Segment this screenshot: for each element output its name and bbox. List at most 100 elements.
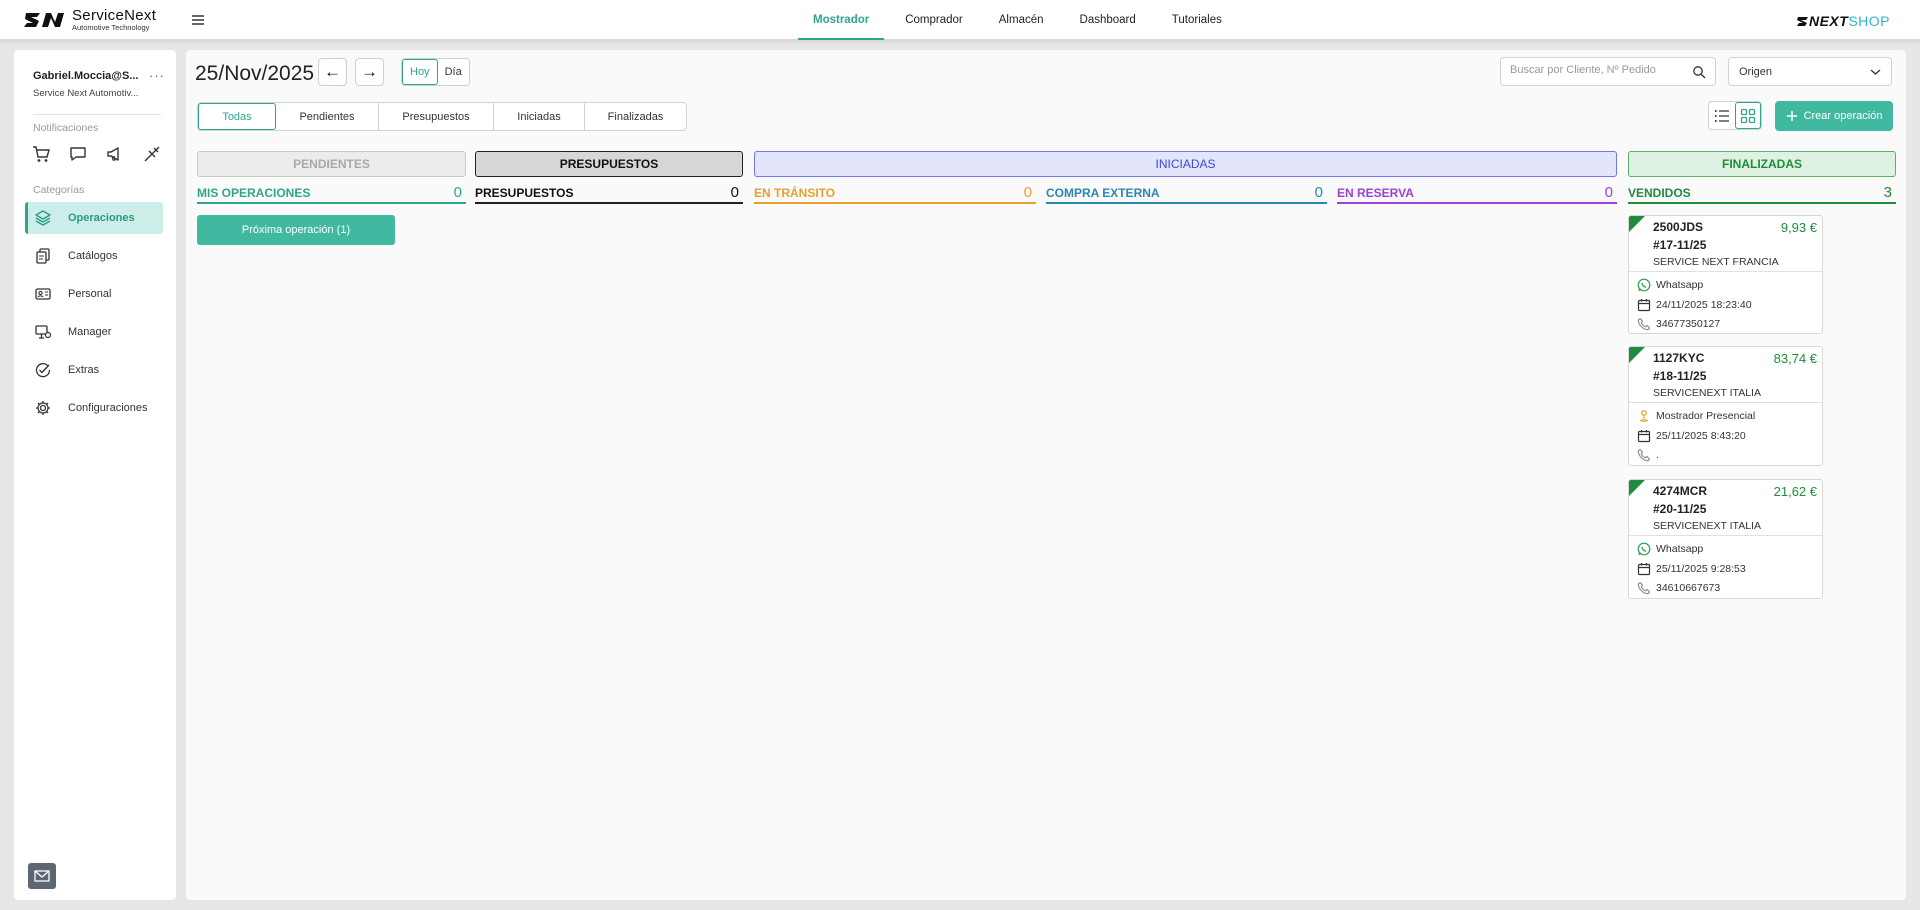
group-finalizadas[interactable]: FINALIZADAS (1628, 151, 1896, 177)
today-button[interactable]: Hoy (402, 59, 438, 85)
sidebar-item-manager[interactable]: Manager (25, 316, 163, 348)
menu-toggle-icon[interactable] (190, 12, 206, 28)
tab-iniciadas[interactable]: Iniciadas (494, 103, 585, 130)
origin-select[interactable]: Origen (1728, 57, 1892, 86)
column-label: MIS OPERACIONES (197, 186, 311, 200)
whatsapp-icon (1637, 278, 1651, 292)
card-plate: 4274MCR (1653, 484, 1708, 498)
nextshop-logo[interactable]: NEXT SHOP (1796, 13, 1890, 29)
search-box (1500, 57, 1716, 86)
mail-icon (34, 870, 50, 882)
next-operation-button[interactable]: Próxima operación (1) (197, 215, 395, 245)
origin-select-value: Origen (1739, 65, 1773, 78)
status-tabs: Todas Pendientes Presupuestos Iniciadas … (197, 102, 687, 131)
nextshop-s-icon (1796, 17, 1808, 26)
card-divider (1629, 535, 1822, 536)
topnav-almacen[interactable]: Almacén (981, 0, 1062, 40)
id-card-icon (34, 285, 52, 303)
operation-card[interactable]: 4274MCR 21,62 € #20-11/25 SERVICENEXT IT… (1628, 479, 1823, 599)
card-phone: 34677350127 (1637, 317, 1720, 331)
create-operation-label: Crear operación (1803, 110, 1883, 122)
sidebar-item-label: Operaciones (68, 212, 135, 224)
topnav-dashboard[interactable]: Dashboard (1062, 0, 1154, 40)
card-origin-text: Whatsapp (1656, 543, 1704, 555)
topnav-tutoriales[interactable]: Tutoriales (1154, 0, 1240, 40)
column-count: 0 (1604, 184, 1613, 201)
column-presupuestos: PRESUPUESTOS 0 (475, 184, 743, 204)
sidebar-item-personal[interactable]: Personal (25, 278, 163, 310)
badge-check-icon (34, 361, 52, 379)
column-en-transito: EN TRÁNSITO 0 (754, 184, 1036, 204)
group-pendientes[interactable]: PENDIENTES (197, 151, 466, 177)
sidebar-item-operaciones[interactable]: Operaciones (25, 202, 163, 234)
logo-subtitle: Automotive Technology (72, 23, 150, 32)
group-presupuestos[interactable]: PRESUPUESTOS (475, 151, 743, 177)
sidebar-item-configuraciones[interactable]: Configuraciones (25, 392, 163, 424)
tab-todas[interactable]: Todas (198, 103, 276, 130)
manager-icon (34, 323, 52, 341)
cart-icon[interactable] (31, 144, 51, 164)
mail-button[interactable] (28, 863, 56, 889)
notifications-heading: Notificaciones (33, 122, 99, 134)
column-label: EN TRÁNSITO (754, 186, 836, 200)
phone-icon (1637, 317, 1651, 331)
create-operation-button[interactable]: Crear operación (1775, 101, 1893, 131)
search-input[interactable] (1510, 64, 1678, 76)
card-price: 83,74 € (1773, 351, 1817, 366)
user-more-button[interactable]: ··· (149, 68, 165, 83)
card-divider (1629, 271, 1822, 272)
column-compra-externa: COMPRA EXTERNA 0 (1046, 184, 1327, 204)
card-date-text: 24/11/2025 18:23:40 (1656, 299, 1752, 311)
day-button[interactable]: Día (438, 59, 469, 85)
column-en-reserva: EN RESERVA 0 (1337, 184, 1617, 204)
group-iniciadas[interactable]: INICIADAS (754, 151, 1617, 177)
card-number: #18-11/25 (1653, 369, 1707, 383)
logo-name: ServiceNext (72, 7, 157, 24)
sidebar-item-label: Configuraciones (68, 402, 148, 414)
card-origin: Whatsapp (1637, 542, 1703, 556)
card-price: 21,62 € (1773, 484, 1817, 499)
top-nav: Mostrador Comprador Almacén Dashboard Tu… (795, 0, 1240, 40)
card-date: 25/11/2025 8:43:20 (1637, 429, 1746, 443)
sidebar-item-extras[interactable]: Extras (25, 354, 163, 386)
list-view-icon[interactable] (1709, 102, 1735, 129)
card-status-corner (1629, 480, 1645, 496)
card-number: #20-11/25 (1653, 502, 1707, 516)
card-plate: 1127KYC (1653, 351, 1705, 365)
chat-icon[interactable] (68, 144, 88, 164)
brand-shop-text: SHOP (1848, 13, 1890, 29)
column-label: COMPRA EXTERNA (1046, 186, 1160, 200)
grid-view-icon[interactable] (1735, 102, 1761, 129)
card-plate: 2500JDS (1653, 220, 1704, 234)
column-label: PRESUPUESTOS (475, 186, 574, 200)
card-date: 25/11/2025 9:28:53 (1637, 562, 1746, 576)
megaphone-icon[interactable] (105, 144, 125, 164)
servicenext-logo[interactable]: ServiceNext Automotive Technology (24, 8, 156, 32)
card-number: #17-11/25 (1653, 238, 1707, 252)
topnav-comprador[interactable]: Comprador (887, 0, 981, 40)
card-date-text: 25/11/2025 8:43:20 (1656, 430, 1746, 442)
operation-card[interactable]: 2500JDS 9,93 € #17-11/25 SERVICE NEXT FR… (1628, 215, 1823, 334)
card-phone-text: . (1656, 449, 1659, 461)
topnav-mostrador[interactable]: Mostrador (795, 0, 887, 40)
person-location-icon (1637, 409, 1651, 423)
column-label: EN RESERVA (1337, 186, 1414, 200)
operation-card[interactable]: 1127KYC 83,74 € #18-11/25 SERVICENEXT IT… (1628, 346, 1823, 466)
card-client: SERVICENEXT ITALIA (1653, 387, 1761, 399)
card-phone-text: 34677350127 (1656, 318, 1721, 330)
search-icon[interactable] (1692, 65, 1706, 79)
brand-next-text: NEXT (1808, 13, 1849, 29)
tab-presupuestos[interactable]: Presupuestos (379, 103, 494, 130)
tab-finalizadas[interactable]: Finalizadas (585, 103, 686, 130)
card-status-corner (1629, 216, 1645, 232)
sidebar-item-label: Personal (68, 288, 112, 300)
catalog-icon (34, 247, 52, 265)
card-origin: Whatsapp (1637, 278, 1703, 292)
tab-pendientes[interactable]: Pendientes (276, 103, 379, 130)
sidebar: Gabriel.Moccia@S... ··· Service Next Aut… (14, 50, 176, 900)
sidebar-item-catalogos[interactable]: Catálogos (25, 240, 163, 272)
next-day-button[interactable]: → (355, 58, 384, 86)
sidebar-item-label: Manager (68, 326, 112, 338)
tools-off-icon[interactable] (142, 144, 162, 164)
prev-day-button[interactable]: ← (318, 58, 347, 86)
